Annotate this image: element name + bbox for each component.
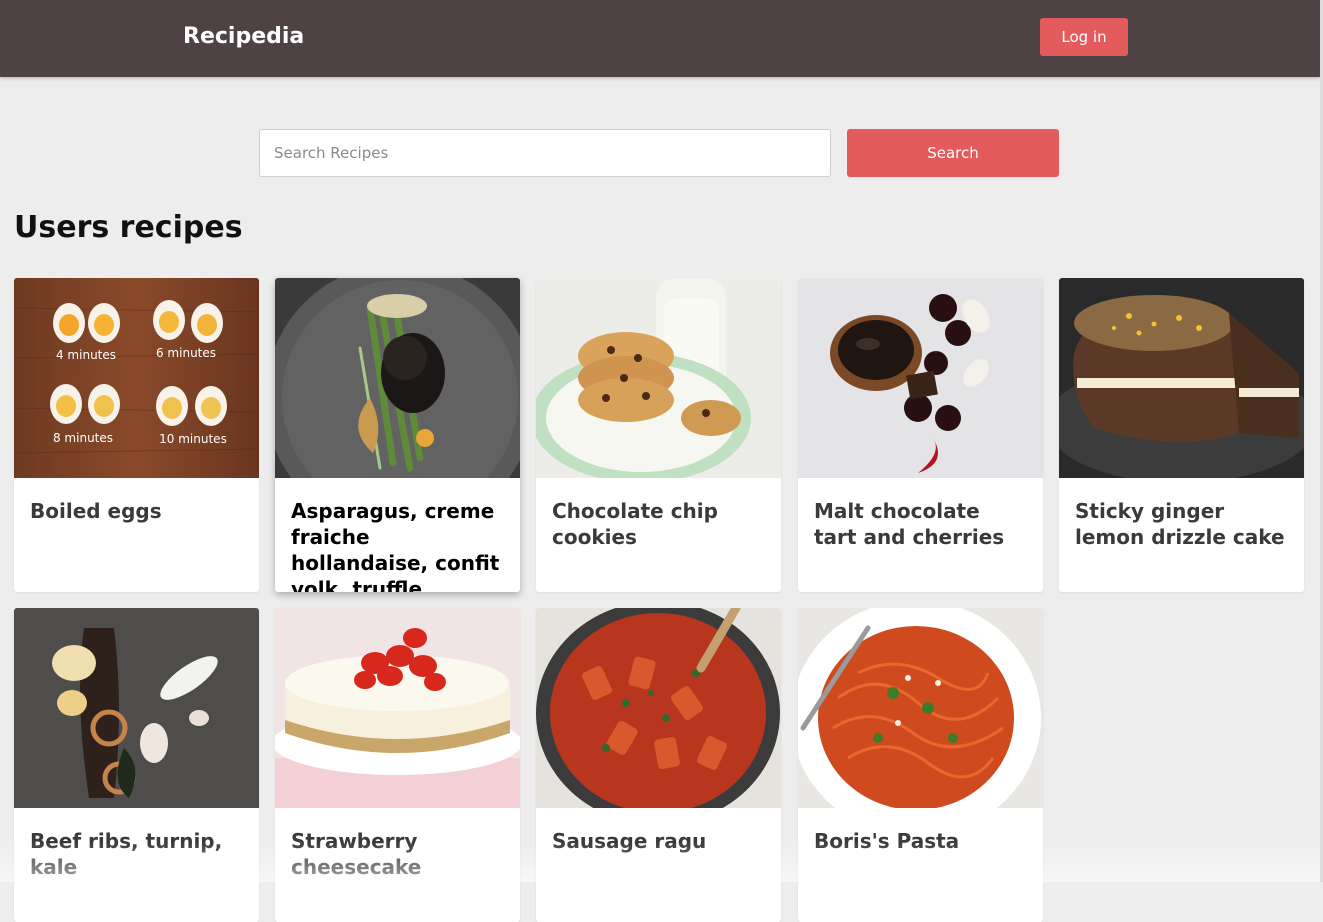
recipe-title[interactable]: Sausage ragu [552, 828, 767, 854]
recipe-image [14, 608, 259, 808]
recipe-image [275, 278, 520, 478]
recipe-card-asparagus[interactable]: Asparagus, creme fraiche hollandaise, co… [275, 278, 520, 592]
recipe-image [275, 608, 520, 808]
recipe-card-sticky-ginger-cake[interactable]: Sticky ginger lemon drizzle cake [1059, 278, 1304, 592]
recipe-title[interactable]: Strawberry cheesecake [291, 828, 506, 880]
section-title: Users recipes [14, 210, 243, 245]
egg-label-6: 6 minutes [156, 346, 216, 360]
recipe-image [798, 278, 1043, 478]
recipe-title[interactable]: Chocolate chip cookies [552, 498, 767, 550]
recipe-title[interactable]: Asparagus, creme fraiche hollandaise, co… [291, 498, 506, 592]
login-button[interactable]: Log in [1040, 18, 1128, 56]
recipe-card-chocolate-chip-cookies[interactable]: Chocolate chip cookies [536, 278, 781, 592]
recipe-card-boiled-eggs[interactable]: 4 minutes 6 minutes 8 minutes 10 minutes… [14, 278, 259, 592]
recipe-image [1059, 278, 1304, 478]
recipe-image: 4 minutes 6 minutes 8 minutes 10 minutes [14, 278, 259, 478]
recipe-title[interactable]: Malt chocolate tart and cherries [814, 498, 1029, 550]
recipe-card-sausage-ragu[interactable]: Sausage ragu [536, 608, 781, 922]
brand-logo-text[interactable]: Recipedia [183, 22, 304, 52]
egg-label-8: 8 minutes [53, 431, 113, 445]
recipe-title[interactable]: Boris's Pasta [814, 828, 1029, 854]
recipe-title[interactable]: Boiled eggs [30, 498, 245, 524]
recipe-card-malt-chocolate-tart[interactable]: Malt chocolate tart and cherries [798, 278, 1043, 592]
top-navbar: Recipedia Log in [0, 0, 1320, 77]
recipe-title[interactable]: Beef ribs, turnip, kale [30, 828, 245, 880]
search-input[interactable] [259, 129, 831, 177]
recipe-image [536, 278, 781, 478]
recipe-title[interactable]: Sticky ginger lemon drizzle cake [1075, 498, 1290, 550]
egg-label-4: 4 minutes [56, 348, 116, 362]
recipe-card-boris-pasta[interactable]: Boris's Pasta [798, 608, 1043, 922]
egg-label-10: 10 minutes [159, 432, 227, 446]
recipe-image [536, 608, 781, 808]
search-button[interactable]: Search [847, 129, 1059, 177]
recipe-image [798, 608, 1043, 808]
recipe-card-strawberry-cheesecake[interactable]: Strawberry cheesecake [275, 608, 520, 922]
recipe-card-beef-ribs[interactable]: Beef ribs, turnip, kale [14, 608, 259, 922]
